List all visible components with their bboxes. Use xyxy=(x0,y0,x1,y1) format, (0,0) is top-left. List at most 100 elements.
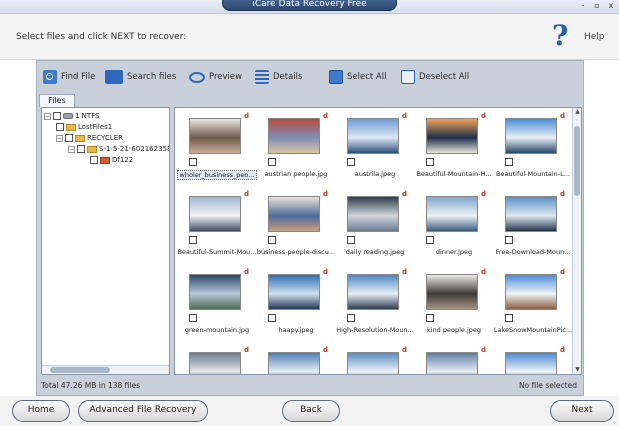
scroll-up-icon[interactable]: ▲ xyxy=(573,108,581,116)
thumbnail-image[interactable] xyxy=(347,118,399,154)
expand-toggle-icon[interactable]: − xyxy=(56,134,63,142)
thumbnail-checkbox[interactable] xyxy=(505,236,513,244)
thumbnail-checkbox[interactable] xyxy=(347,236,355,244)
scroll-down-icon[interactable]: ▼ xyxy=(573,366,581,374)
thumbnail-item[interactable]: d xyxy=(335,346,415,374)
minimize-icon[interactable]: - xyxy=(576,1,590,12)
thumbnail-image[interactable] xyxy=(505,274,557,310)
thumbnail-image[interactable] xyxy=(347,352,399,374)
thumbnail-image[interactable] xyxy=(268,118,320,154)
thumbnail-item[interactable]: d austrian people.jpg xyxy=(256,112,336,188)
next-button[interactable]: Next xyxy=(550,400,614,422)
thumbnail-item[interactable]: d Beautiful-Mountain-L... xyxy=(493,112,573,188)
thumbnail-checkbox[interactable] xyxy=(347,158,355,166)
back-button[interactable]: Back xyxy=(282,400,340,422)
thumbnail-image[interactable] xyxy=(268,352,320,374)
vertical-scrollbar[interactable]: ▲ ▼ xyxy=(572,108,581,374)
tree-item-lostfiles[interactable]: LostFiles1 xyxy=(56,122,112,132)
tree-item-ntfs[interactable]: − 1 NTFS xyxy=(44,111,100,121)
thumbnail-image[interactable] xyxy=(426,196,478,232)
search-files-button[interactable]: Search files xyxy=(105,70,176,84)
thumbnail-filename: dinner.jpeg xyxy=(435,248,473,256)
thumbnail-image[interactable] xyxy=(505,196,557,232)
thumbnail-checkbox[interactable] xyxy=(347,314,355,322)
thumbnail-checkbox[interactable] xyxy=(426,158,434,166)
thumbnail-item[interactable]: d haapy.jpeg xyxy=(256,268,336,344)
scrollbar-thumb[interactable] xyxy=(50,367,110,373)
tree-checkbox[interactable] xyxy=(65,134,73,142)
thumbnail-item[interactable]: d xyxy=(493,346,573,374)
status-selection: No file selected xyxy=(518,381,577,390)
thumbnail-item[interactable]: d xyxy=(414,346,494,374)
thumbnail-item[interactable]: d daily reading.jpeg xyxy=(335,190,415,266)
thumbnail-image[interactable] xyxy=(347,274,399,310)
thumbnail-checkbox[interactable] xyxy=(505,314,513,322)
expand-toggle-icon[interactable]: − xyxy=(44,112,51,120)
thumbnail-item[interactable]: d xyxy=(256,346,336,374)
thumbnail-checkbox[interactable] xyxy=(505,158,513,166)
thumbnail-checkbox[interactable] xyxy=(426,236,434,244)
thumbnail-item[interactable]: d LakeSnowMountainPic... xyxy=(493,268,573,344)
thumbnail-image[interactable] xyxy=(505,352,557,374)
thumbnail-image[interactable] xyxy=(189,352,241,374)
thumbnail-item[interactable]: d kind people.jpeg xyxy=(414,268,494,344)
thumbnail-checkbox[interactable] xyxy=(268,158,276,166)
deleted-marker-icon: d xyxy=(244,346,250,354)
help-icon[interactable]: ? xyxy=(552,22,568,50)
thumbnail-item[interactable]: d green-mountain.jpg xyxy=(177,268,257,344)
tab-files[interactable]: Files xyxy=(39,94,75,107)
scrollbar-thumb[interactable] xyxy=(574,126,580,196)
thumbnail-checkbox[interactable] xyxy=(189,158,197,166)
thumbnail-item[interactable]: d High-Resolution-Moun... xyxy=(335,268,415,344)
thumbnail-item[interactable]: d dinner.jpeg xyxy=(414,190,494,266)
thumbnail-checkbox[interactable] xyxy=(189,236,197,244)
thumbnail-checkbox[interactable] xyxy=(268,314,276,322)
expand-toggle-icon[interactable]: − xyxy=(68,145,75,153)
thumbnail-item[interactable]: d austrila.jpeg xyxy=(335,112,415,188)
thumbnail-image[interactable] xyxy=(426,118,478,154)
thumbnail-image[interactable] xyxy=(268,196,320,232)
maximize-icon[interactable]: ▫ xyxy=(590,1,604,12)
deselect-all-icon xyxy=(401,70,415,84)
thumbnail-image[interactable] xyxy=(189,118,241,154)
thumbnail-item[interactable]: d wholer_business_peo... xyxy=(177,112,257,188)
tree-item-sid[interactable]: − S-1-5-21-602162358- xyxy=(68,144,169,154)
home-button[interactable]: Home xyxy=(12,400,70,422)
tree-checkbox[interactable] xyxy=(53,112,61,120)
select-all-button[interactable]: Select All xyxy=(329,70,386,84)
deleted-marker-icon: d xyxy=(323,112,329,120)
thumbnail-image[interactable] xyxy=(426,352,478,374)
close-icon[interactable]: x xyxy=(604,1,618,12)
thumbnail-image[interactable] xyxy=(426,274,478,310)
tree-checkbox[interactable] xyxy=(77,145,85,153)
tree-checkbox[interactable] xyxy=(56,123,64,131)
tree-checkbox[interactable] xyxy=(90,156,98,164)
thumbnail-checkbox[interactable] xyxy=(426,314,434,322)
thumbnail-image[interactable] xyxy=(505,118,557,154)
help-link[interactable]: Help xyxy=(584,32,605,42)
find-file-button[interactable]: Find File xyxy=(43,70,95,84)
details-button[interactable]: Details xyxy=(255,70,302,84)
thumbnail-image[interactable] xyxy=(189,274,241,310)
thumbnail-image[interactable] xyxy=(268,274,320,310)
thumbnail-item[interactable]: d Free-Download-Moun... xyxy=(493,190,573,266)
thumbnail-checkbox[interactable] xyxy=(189,314,197,322)
thumbnail-item[interactable]: d Beautiful-Summit-Mou... xyxy=(177,190,257,266)
thumbnail-item[interactable]: d xyxy=(177,346,257,374)
preview-button[interactable]: Preview xyxy=(189,70,242,84)
tree-horizontal-scrollbar[interactable] xyxy=(42,365,169,374)
thumbnail-item[interactable]: d Beautiful-Mountain-H... xyxy=(414,112,494,188)
thumbnail-image[interactable] xyxy=(189,196,241,232)
tree-item-label: Df122 xyxy=(112,156,134,164)
deleted-marker-icon: d xyxy=(481,112,487,120)
thumbnail-checkbox[interactable] xyxy=(268,236,276,244)
advanced-file-recovery-button[interactable]: Advanced File Recovery xyxy=(78,400,208,422)
thumbnail-filename: green-mountain.jpg xyxy=(184,326,250,334)
thumbnail-item[interactable]: d business-people-discu... xyxy=(256,190,336,266)
deselect-all-button[interactable]: Deselect All xyxy=(401,70,469,84)
thumbnail-filename: business-people-discu... xyxy=(256,248,336,256)
thumbnail-filename: Free-Download-Moun... xyxy=(495,248,571,256)
thumbnail-image[interactable] xyxy=(347,196,399,232)
tree-item-df122[interactable]: Df122 xyxy=(90,155,133,165)
tree-item-recycler[interactable]: − RECYCLER xyxy=(56,133,123,143)
